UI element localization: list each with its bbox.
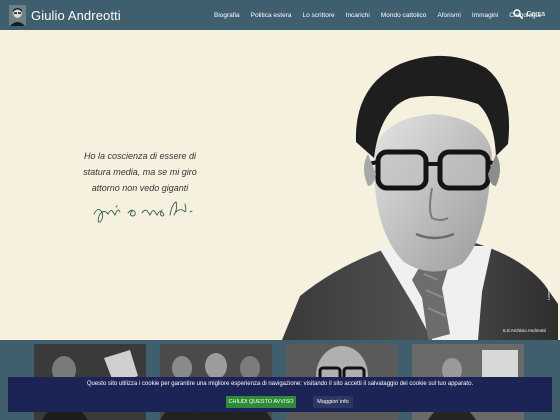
cookie-banner: Questo sito utilizza i cookie per garant… bbox=[8, 377, 552, 412]
nav-item-mondo-cattolico[interactable]: Mondo cattolico bbox=[381, 12, 427, 19]
more-info-button[interactable]: Maggiori info bbox=[313, 396, 353, 408]
andreotti-portrait bbox=[282, 55, 558, 340]
site-header: Giulio Andreotti Biografia Politica este… bbox=[0, 0, 560, 30]
nav-item-politica-estera[interactable]: Politica estera bbox=[251, 12, 292, 19]
nav-item-immagini[interactable]: Immagini bbox=[472, 12, 498, 19]
nav-item-biografia[interactable]: Biografia bbox=[214, 12, 240, 19]
quote-line: Ho la coscienza di essere di bbox=[83, 151, 197, 161]
nav-item-incarichi[interactable]: Incarichi bbox=[346, 12, 370, 19]
search-button[interactable]: Cerca bbox=[513, 9, 545, 19]
photo-id: Licensed@ILS bbox=[547, 277, 551, 300]
quote-line: attorno non vedo giganti bbox=[91, 183, 189, 193]
quote-line: statura media, ma se mi giro bbox=[83, 167, 197, 177]
site-title: Giulio Andreotti bbox=[31, 7, 121, 23]
close-notice-button[interactable]: CHIUDI QUESTO AVVISO bbox=[226, 396, 296, 408]
hero-section: Ho la coscienza di essere di statura med… bbox=[0, 30, 560, 340]
cookie-text: Questo sito utilizza i cookie per garant… bbox=[86, 381, 474, 387]
nav-item-aforismi[interactable]: Aforismi bbox=[437, 12, 460, 19]
nav-item-lo-scrittore[interactable]: Lo scrittore bbox=[302, 12, 334, 19]
main-nav: Biografia Politica estera Lo scrittore I… bbox=[214, 0, 552, 30]
photo-credit: ILS Archivio Andreotti bbox=[503, 328, 546, 333]
site-logo[interactable]: Giulio Andreotti bbox=[9, 0, 121, 30]
search-label: Cerca bbox=[526, 10, 545, 18]
portrait-logo-icon bbox=[9, 4, 26, 26]
quote: Ho la coscienza di essere di statura med… bbox=[60, 148, 220, 196]
signature bbox=[93, 201, 193, 223]
search-icon bbox=[513, 9, 524, 19]
